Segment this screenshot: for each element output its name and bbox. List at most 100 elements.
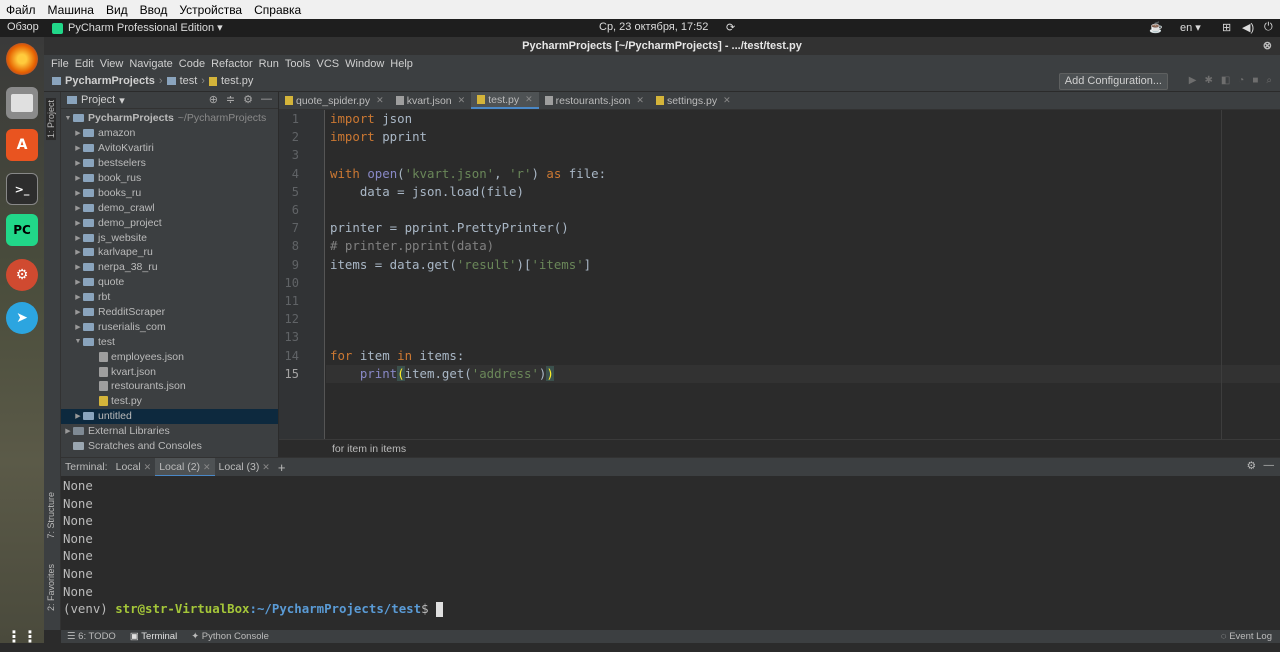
terminal-tab-local-2[interactable]: Local (2) ✕ [155, 457, 215, 477]
tree-folder[interactable]: ▶ book_rus [61, 171, 278, 186]
tree-file[interactable]: test.py [61, 394, 278, 409]
tree-folder[interactable]: ▶ nerpa_38_ru [61, 260, 278, 275]
close-icon[interactable]: ✕ [203, 462, 211, 472]
event-log-button[interactable]: ◌ Event Log [1221, 631, 1272, 642]
tree-file[interactable]: restourants.json [61, 379, 278, 394]
menu-navigate[interactable]: Navigate [126, 58, 175, 70]
tree-folder[interactable]: ▶ ruserialis_com [61, 319, 278, 334]
menu-view[interactable]: View [97, 58, 127, 70]
project-tool-tab[interactable]: 1: Project [46, 98, 56, 141]
firefox-icon[interactable] [6, 43, 38, 75]
vbox-menu-view[interactable]: Вид [100, 3, 134, 17]
vbox-menu-help[interactable]: Справка [248, 3, 307, 17]
tree-root[interactable]: ▼ PycharmProjects ~/PycharmProjects [61, 111, 278, 126]
tree-folder[interactable]: ▶ js_website [61, 230, 278, 245]
python-console-tool-tab[interactable]: ✦ Python Console [191, 631, 269, 642]
favorites-tool-tab[interactable]: 2: Favorites [46, 564, 56, 611]
tree-folder[interactable]: ▶ rbt [61, 290, 278, 305]
close-icon[interactable]: ✕ [262, 462, 270, 472]
terminal-tool-tab[interactable]: ▣ Terminal [130, 631, 177, 642]
tree-folder[interactable]: ▶ demo_project [61, 215, 278, 230]
volume-icon[interactable]: ◀) [1242, 21, 1254, 34]
menu-edit[interactable]: Edit [72, 58, 97, 70]
tab-restourants-json[interactable]: restourants.json ✕ [539, 92, 650, 109]
tree-external-libraries[interactable]: ▶ External Libraries [61, 424, 278, 439]
structure-tool-tab[interactable]: 7: Structure [46, 492, 56, 539]
collapse-icon[interactable]: ≑ [226, 93, 235, 106]
coffee-icon[interactable]: ☕ [1149, 21, 1163, 34]
tree-file[interactable]: kvart.json [61, 364, 278, 379]
menu-code[interactable]: Code [176, 58, 208, 70]
hide-icon[interactable]: — [261, 93, 272, 106]
code-editor[interactable]: 1 2 3 4 5 6 7 8 9 10 11 12 13 14 15 impo… [279, 110, 1280, 457]
vbox-menu-machine[interactable]: Машина [42, 3, 100, 17]
vbox-menu-input[interactable]: Ввод [134, 3, 174, 17]
project-view-selector[interactable]: Project [81, 94, 115, 106]
close-icon[interactable]: ✕ [144, 462, 152, 472]
hide-icon[interactable]: — [1264, 459, 1275, 471]
breadcrumb-test[interactable]: test [180, 75, 198, 87]
tab-kvart-json[interactable]: kvart.json ✕ [390, 92, 471, 109]
telegram-icon[interactable]: ➤ [6, 302, 38, 334]
network-icon[interactable]: ⊞ [1222, 21, 1231, 34]
tree-folder[interactable]: ▶ quote [61, 275, 278, 290]
settings-dock-icon[interactable]: ⚙ [6, 259, 38, 291]
files-icon[interactable] [6, 87, 38, 119]
menu-help[interactable]: Help [387, 58, 416, 70]
tree-file[interactable]: employees.json [61, 349, 278, 364]
terminal-prompt[interactable]: (venv) str@str-VirtualBox:~/PycharmProje… [63, 600, 443, 618]
software-center-icon[interactable]: A [6, 129, 38, 161]
locate-icon[interactable]: ⊕ [209, 93, 218, 106]
tab-quote-spider[interactable]: quote_spider.py ✕ [279, 92, 390, 109]
gear-icon[interactable]: ⚙ [1247, 460, 1256, 472]
app-grid-icon[interactable]: ⋮⋮ [6, 620, 38, 652]
editor-breadcrumb[interactable]: for item in items [332, 443, 406, 455]
tree-folder[interactable]: ▶ bestselers [61, 156, 278, 171]
profile-icon[interactable]: ◔ [1238, 75, 1244, 86]
add-configuration-button[interactable]: Add Configuration... [1058, 73, 1168, 90]
activities-button[interactable]: Обзор [7, 21, 39, 33]
close-icon[interactable]: ✕ [636, 95, 644, 106]
tree-folder-selected[interactable]: ▶ untitled [61, 408, 278, 424]
menu-window[interactable]: Window [342, 58, 387, 70]
tab-settings-py[interactable]: settings.py ✕ [650, 92, 737, 109]
close-icon[interactable]: ✕ [525, 94, 533, 105]
menu-vcs[interactable]: VCS [314, 58, 343, 70]
menu-tools[interactable]: Tools [282, 58, 314, 70]
tree-folder[interactable]: ▶ books_ru [61, 185, 278, 200]
close-icon[interactable]: ✕ [376, 95, 384, 106]
tree-folder[interactable]: ▶ amazon [61, 126, 278, 141]
terminal-app-icon[interactable]: >_ [6, 173, 38, 205]
tab-test-py[interactable]: test.py ✕ [471, 92, 539, 109]
gear-icon[interactable]: ⚙ [243, 93, 253, 106]
close-icon[interactable]: ✕ [458, 95, 466, 106]
menu-run[interactable]: Run [256, 58, 282, 70]
debug-icon[interactable]: ✱ [1204, 75, 1212, 86]
new-terminal-icon[interactable]: + [274, 460, 290, 475]
run-icon[interactable]: ▶ [1189, 75, 1197, 86]
menu-file[interactable]: File [48, 58, 72, 70]
terminal-tab-local-3[interactable]: Local (3) ✕ [215, 461, 274, 473]
pycharm-dock-icon[interactable]: PC [6, 214, 38, 246]
todo-tool-tab[interactable]: ☰ 6: TODO [67, 631, 116, 642]
tree-folder[interactable]: ▶ demo_crawl [61, 200, 278, 215]
language-indicator[interactable]: en ▾ [1180, 21, 1201, 34]
tree-folder[interactable]: ▶ AvitoKvartiri [61, 141, 278, 156]
vbox-menu-devices[interactable]: Устройства [173, 3, 248, 17]
vbox-menu-file[interactable]: Файл [0, 3, 42, 17]
breadcrumb-root[interactable]: PycharmProjects [65, 75, 155, 87]
terminal-tab-local[interactable]: Local ✕ [112, 461, 156, 473]
power-icon[interactable]: ⏻ [1264, 21, 1273, 34]
app-menu[interactable]: PyCharm Professional Edition ▾ [68, 21, 223, 34]
menu-refactor[interactable]: Refactor [208, 58, 256, 70]
refresh-icon[interactable]: ⟳ [726, 21, 735, 34]
tree-scratches[interactable]: Scratches and Consoles [61, 439, 278, 454]
stop-icon[interactable]: ■ [1252, 75, 1258, 86]
close-window-icon[interactable]: ⊗ [1263, 37, 1272, 55]
close-icon[interactable]: ✕ [723, 95, 731, 106]
search-everywhere-icon[interactable]: ⌕ [1266, 75, 1272, 86]
tree-folder[interactable]: ▶ RedditScraper [61, 305, 278, 320]
terminal-output[interactable]: None None None None None None None (venv… [61, 476, 1280, 630]
tree-folder-test[interactable]: ▼ test [61, 334, 278, 349]
breadcrumb-file[interactable]: test.py [221, 75, 253, 87]
